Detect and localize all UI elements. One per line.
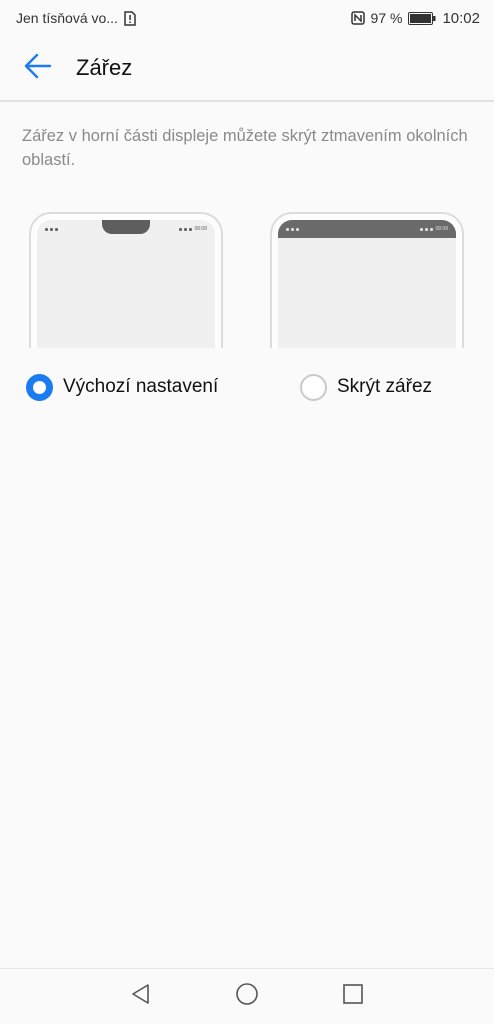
mini-status-bar-dark: 08:08 <box>278 220 456 238</box>
back-triangle-icon <box>130 983 152 1010</box>
status-right: 97 % 10:02 <box>350 9 480 27</box>
mini-time: 08:08 <box>435 226 448 232</box>
battery-percent: 97 % <box>370 10 403 26</box>
mini-signal-icon <box>286 227 299 231</box>
sim-alert-icon <box>124 10 136 26</box>
clock: 10:02 <box>442 9 480 27</box>
recents-square-icon <box>342 983 364 1010</box>
option-hide-notch[interactable]: Skrýt zářez <box>300 370 432 404</box>
preview-default[interactable]: 08:08 <box>29 212 223 348</box>
radio-hide-notch[interactable] <box>300 373 327 401</box>
option-default-label: Výchozí nastavení <box>63 376 219 397</box>
nfc-icon <box>350 11 365 25</box>
preview-hidden-notch[interactable]: 08:08 <box>270 212 464 348</box>
carrier-text: Jen tísňová vo... <box>16 10 118 26</box>
nav-home-button[interactable] <box>233 983 261 1011</box>
arrow-back-icon <box>24 53 52 84</box>
page-title: Zářez <box>76 55 133 80</box>
option-hide-notch-label: Skrýt zářez <box>337 376 433 397</box>
mini-status-icons: 08:08 <box>420 226 448 232</box>
mini-signal-icon <box>45 227 58 231</box>
notch-settings-screen: Jen tísňová vo... 97 % 10:02 Zářez Zářez… <box>0 0 494 1024</box>
battery-icon <box>408 11 436 25</box>
back-button[interactable] <box>14 44 62 92</box>
navigation-bar <box>0 968 494 1024</box>
nav-recents-button[interactable] <box>339 983 367 1011</box>
home-circle-icon <box>235 982 259 1011</box>
nav-back-button[interactable] <box>127 983 155 1011</box>
app-bar: Zářez <box>0 36 494 102</box>
status-left: Jen tísňová vo... <box>16 10 136 26</box>
radio-default-selected[interactable] <box>26 373 53 401</box>
description-text: Zářez v horní části displeje můžete skrý… <box>22 127 468 169</box>
preview-screen: 08:08 <box>278 220 456 348</box>
preview-screen: 08:08 <box>37 220 215 348</box>
mini-status-icons: 08:08 <box>179 226 207 232</box>
option-default[interactable]: Výchozí nastavení <box>26 370 218 404</box>
notch-shape <box>102 220 150 234</box>
status-bar: Jen tísňová vo... 97 % 10:02 <box>0 0 494 36</box>
mini-time: 08:08 <box>194 226 207 232</box>
